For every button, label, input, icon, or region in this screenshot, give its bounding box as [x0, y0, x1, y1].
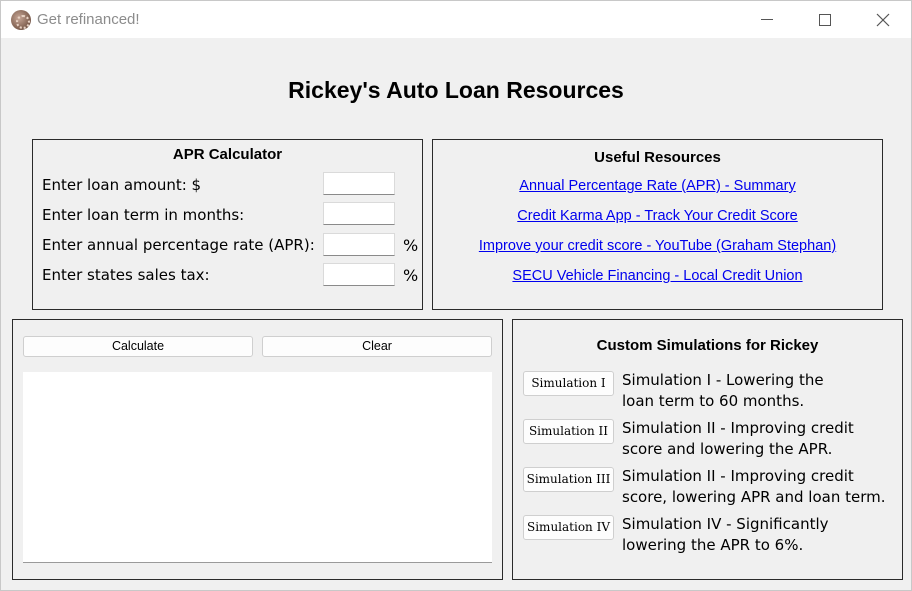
simulation-3-line-1: Simulation II - Improving credit [622, 467, 854, 485]
link-secu-vehicle-financing[interactable]: SECU Vehicle Financing - Local Credit Un… [433, 268, 882, 284]
sales-tax-percent-unit: % [403, 266, 419, 285]
apr-input[interactable] [323, 233, 395, 256]
link-apr-summary[interactable]: Annual Percentage Rate (APR) - Summary [433, 178, 882, 194]
simulation-1-description: Simulation I - Lowering the loan term to… [622, 370, 902, 412]
calculation-output-panel: Calculate Clear [12, 319, 503, 580]
useful-resources-panel: Useful Resources Annual Percentage Rate … [432, 139, 883, 310]
simulation-2-button[interactable]: Simulation II [523, 419, 614, 444]
app-window: Get refinanced! Rickey's Auto Loan Resou… [0, 0, 912, 591]
apr-calculator-heading: APR Calculator [172, 146, 283, 163]
simulation-1-line-2: loan term to 60 months. [622, 392, 805, 410]
loan-term-input[interactable] [323, 202, 395, 225]
calculate-button[interactable]: Calculate [23, 336, 253, 357]
loan-amount-label: Enter loan amount: $ [42, 176, 202, 194]
maximize-icon [819, 13, 831, 26]
output-text-area[interactable] [23, 372, 492, 563]
minimize-button[interactable] [739, 1, 795, 38]
useful-resources-heading: Useful Resources [594, 149, 721, 166]
simulation-4-line-1: Simulation IV - Significantly [622, 515, 829, 533]
minimize-icon [761, 19, 773, 20]
page-title: Rickey's Auto Loan Resources [288, 77, 624, 103]
simulation-4-button[interactable]: Simulation IV [523, 515, 614, 540]
simulation-1-button[interactable]: Simulation I [523, 371, 614, 396]
simulation-4-description: Simulation IV - Significantly lowering t… [622, 514, 902, 556]
apr-percent-unit: % [403, 236, 419, 255]
link-improve-credit-youtube[interactable]: Improve your credit score - YouTube (Gra… [433, 238, 882, 254]
apr-calculator-panel: APR Calculator Enter loan amount: $ Ente… [32, 139, 423, 310]
simulation-3-line-2: score, lowering APR and loan term. [622, 488, 886, 506]
close-button[interactable] [855, 1, 911, 38]
clear-button[interactable]: Clear [262, 336, 492, 357]
app-icon [11, 10, 31, 30]
custom-simulations-heading: Custom Simulations for Rickey [596, 337, 819, 354]
simulation-1-line-1: Simulation I - Lowering the [622, 371, 824, 389]
maximize-button[interactable] [797, 1, 853, 38]
close-icon [876, 13, 890, 26]
title-bar[interactable]: Get refinanced! [1, 1, 911, 38]
simulation-4-line-2: lowering the APR to 6%. [622, 536, 804, 554]
custom-simulations-panel: Custom Simulations for Rickey Simulation… [512, 319, 903, 580]
simulation-2-description: Simulation II - Improving credit score a… [622, 418, 902, 460]
loan-term-label: Enter loan term in months: [42, 206, 245, 224]
simulation-3-description: Simulation II - Improving credit score, … [622, 466, 902, 508]
simulation-2-line-2: score and lowering the APR. [622, 440, 833, 458]
loan-amount-input[interactable] [323, 172, 395, 195]
sales-tax-input[interactable] [323, 263, 395, 286]
link-credit-karma[interactable]: Credit Karma App - Track Your Credit Sco… [433, 208, 882, 224]
simulation-2-line-1: Simulation II - Improving credit [622, 419, 854, 437]
simulation-3-button[interactable]: Simulation III [523, 467, 614, 492]
apr-label: Enter annual percentage rate (APR): [42, 236, 315, 254]
sales-tax-label: Enter states sales tax: [42, 266, 210, 284]
window-title: Get refinanced! [37, 11, 140, 28]
